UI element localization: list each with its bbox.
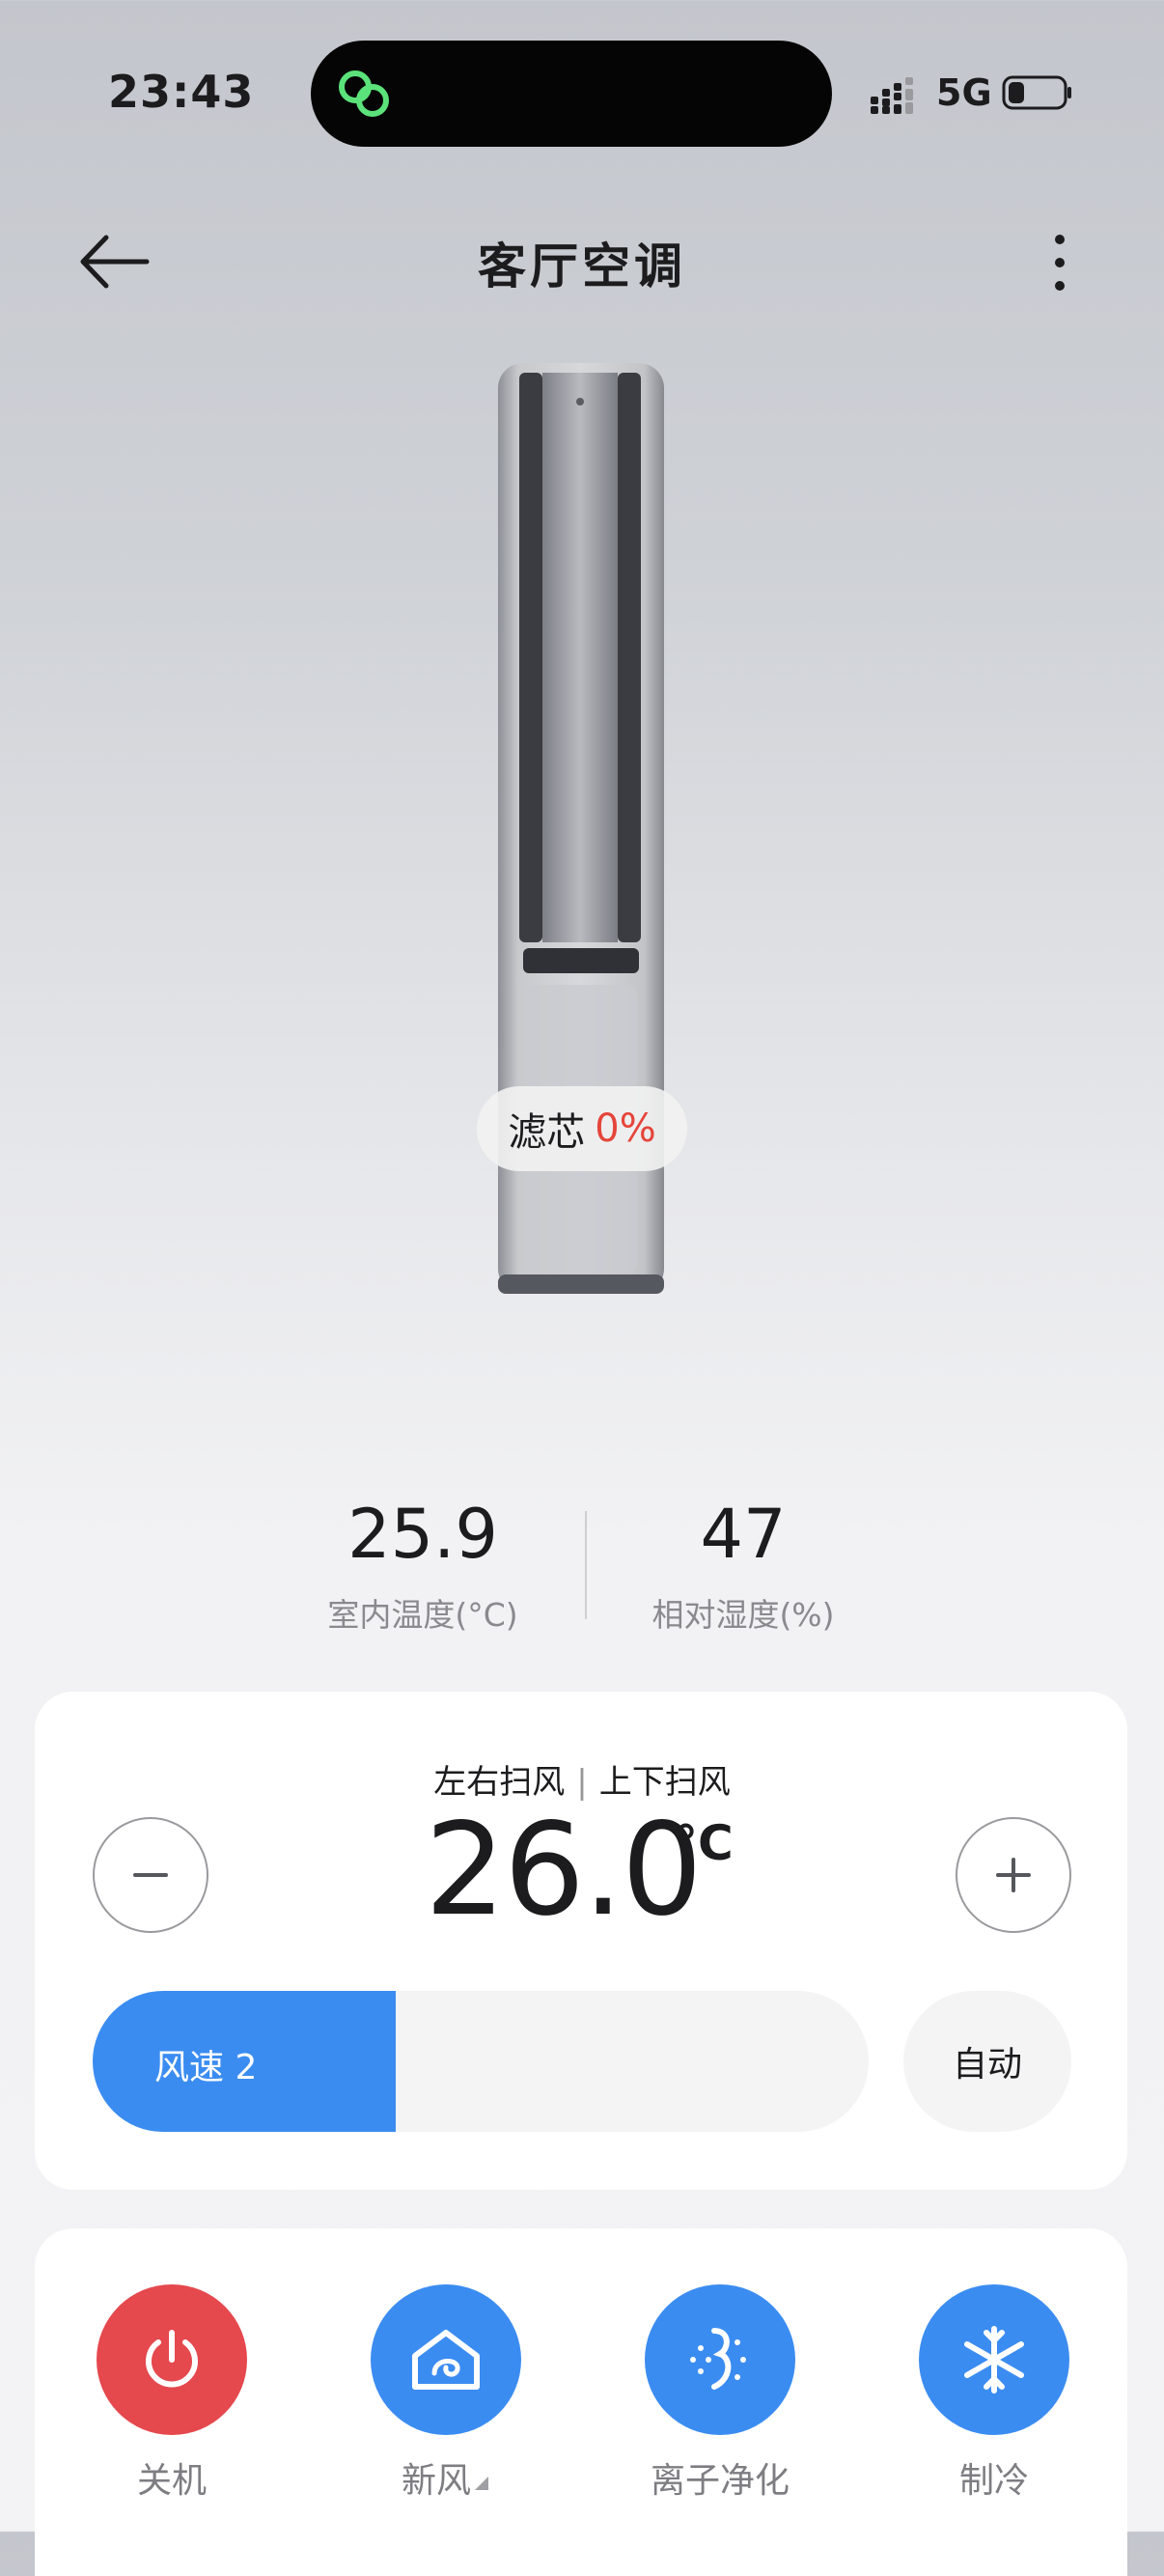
power-function[interactable]: 关机 (52, 2284, 264, 2535)
fresh-air-label: 新风 (326, 2452, 566, 2503)
minus-icon (133, 1873, 168, 1877)
humidity-value: 47 (700, 1495, 787, 1574)
power-icon (146, 2330, 198, 2388)
fresh-air-button[interactable] (371, 2284, 521, 2435)
fan-auto-button[interactable]: 自动 (903, 1991, 1071, 2132)
cooling-label: 制冷 (958, 2461, 1029, 2501)
status-time: 23:43 (108, 66, 255, 118)
temperature-unit: °C (674, 1815, 734, 1871)
cooling-button[interactable] (919, 2284, 1069, 2435)
stats-divider (585, 1511, 587, 1619)
signal-icon (871, 77, 913, 114)
more-options-icon[interactable] (1042, 232, 1077, 294)
power-button[interactable] (97, 2284, 247, 2435)
network-label: 5G (936, 71, 992, 114)
humidity-label: 相对湿度(%) (651, 1596, 835, 1634)
ion-purify-label: 离子净化 (650, 2461, 790, 2501)
fresh-air-icon (412, 2330, 480, 2390)
filter-status-pill[interactable]: 滤芯 0% (477, 1086, 687, 1171)
filter-value: 0% (595, 1106, 656, 1151)
ion-purify-icon (690, 2328, 746, 2390)
indoor-temperature-value: 25.9 (347, 1495, 498, 1574)
fresh-air-text: 新风 (401, 2461, 471, 2501)
expand-corner-icon (475, 2477, 488, 2490)
snowflake-icon (964, 2326, 1024, 2394)
ion-purify-function[interactable]: 离子净化 (600, 2284, 813, 2535)
plus-icon (996, 1858, 1031, 1892)
filter-label: 滤芯 (508, 1110, 586, 1155)
ion-purify-button[interactable] (645, 2284, 795, 2435)
dynamic-island (311, 41, 832, 147)
fresh-air-function[interactable]: 新风 (326, 2284, 539, 2535)
fan-speed-slider[interactable]: 风速 2 (93, 1991, 869, 2132)
power-label: 关机 (136, 2461, 207, 2501)
link-icon (339, 70, 389, 117)
page-title: 客厅空调 (478, 238, 686, 294)
battery-icon (1002, 75, 1071, 110)
temperature-decrease-button[interactable] (93, 1817, 208, 1933)
fan-speed-fill: 风速 2 (93, 1991, 396, 2132)
fan-speed-label: 风速 2 (154, 2048, 258, 2087)
indoor-temperature-label: 室内温度(°C) (327, 1596, 518, 1634)
target-temperature: 26.0 (425, 1796, 703, 1945)
temperature-increase-button[interactable] (956, 1817, 1071, 1933)
cooling-function[interactable]: 制冷 (874, 2284, 1087, 2535)
